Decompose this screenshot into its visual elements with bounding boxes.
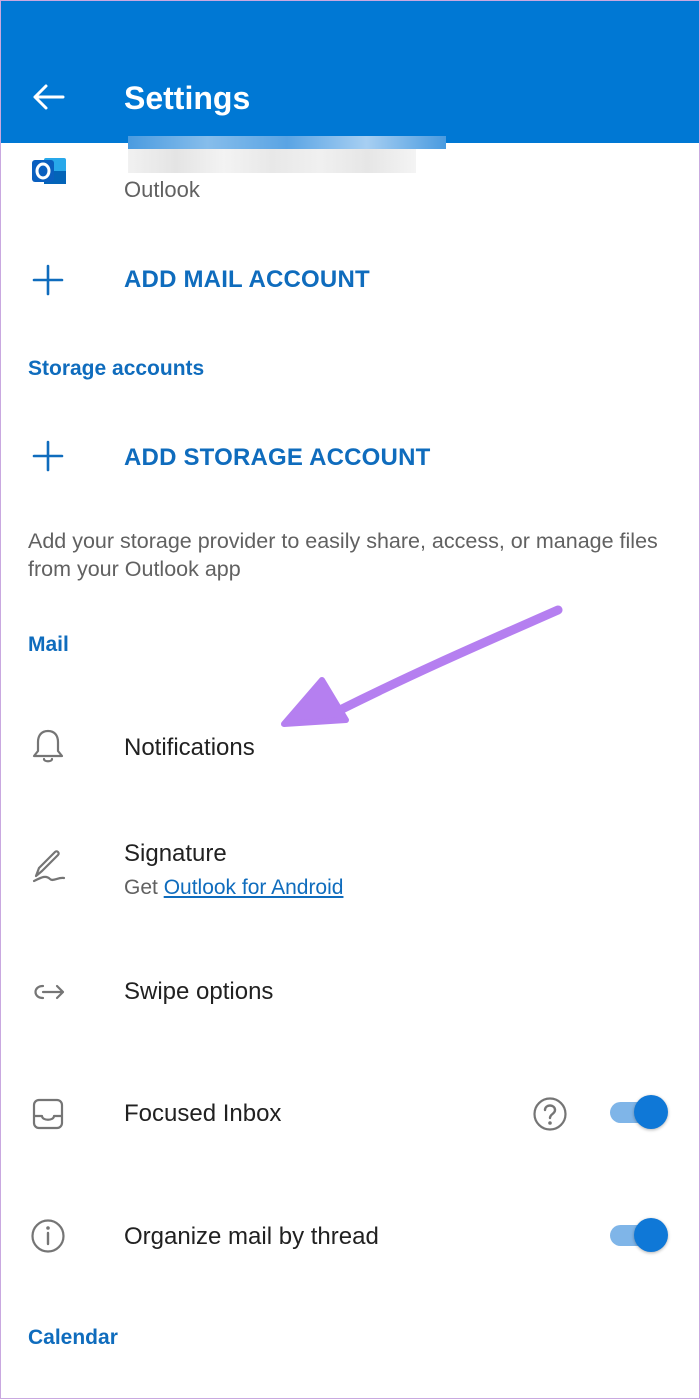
info-circle-icon bbox=[28, 1216, 68, 1256]
plus-icon bbox=[28, 260, 68, 300]
toggle-knob bbox=[634, 1218, 668, 1252]
toggle-knob bbox=[634, 1095, 668, 1129]
bell-icon bbox=[28, 726, 68, 766]
back-button[interactable] bbox=[22, 74, 74, 120]
section-header-calendar: Calendar bbox=[28, 1326, 118, 1349]
focused-inbox-toggle[interactable] bbox=[606, 1095, 668, 1129]
swipe-arrow-icon bbox=[28, 972, 68, 1012]
outlook-logo-icon[interactable] bbox=[30, 154, 68, 190]
focused-inbox-label: Focused Inbox bbox=[124, 1100, 282, 1127]
section-header-storage: Storage accounts bbox=[28, 357, 205, 380]
notifications-label: Notifications bbox=[124, 734, 255, 761]
plus-icon bbox=[28, 436, 68, 476]
annotation-arrow-icon bbox=[281, 605, 563, 727]
add-mail-account-label: ADD MAIL ACCOUNT bbox=[124, 266, 370, 293]
arrow-left-icon bbox=[33, 84, 65, 110]
storage-helper-text: Add your storage provider to easily shar… bbox=[28, 529, 658, 581]
app-bar: Settings bbox=[0, 0, 700, 143]
organize-by-thread-toggle[interactable] bbox=[606, 1218, 668, 1252]
focused-inbox-item[interactable]: Focused Inbox bbox=[0, 1088, 700, 1140]
signature-sub-prefix: Get bbox=[124, 876, 164, 899]
redacted-account-name bbox=[128, 136, 446, 174]
signature-subtitle: Get Outlook for Android bbox=[124, 876, 343, 900]
page-title: Settings bbox=[124, 80, 251, 116]
outlook-for-android-link[interactable]: Outlook for Android bbox=[164, 876, 344, 899]
organize-by-thread-item[interactable]: Organize mail by thread bbox=[0, 1210, 700, 1262]
inbox-tray-icon bbox=[28, 1094, 68, 1134]
add-storage-account-label: ADD STORAGE ACCOUNT bbox=[124, 444, 431, 471]
add-mail-account-button[interactable]: ADD MAIL ACCOUNT bbox=[0, 258, 700, 302]
swipe-options-label: Swipe options bbox=[124, 978, 274, 1005]
account-type-label: Outlook bbox=[124, 177, 200, 202]
pen-signature-icon bbox=[28, 846, 68, 886]
add-storage-account-button[interactable]: ADD STORAGE ACCOUNT bbox=[0, 434, 700, 478]
organize-by-thread-label: Organize mail by thread bbox=[124, 1223, 379, 1250]
signature-item[interactable]: Signature Get Outlook for Android bbox=[0, 836, 700, 906]
question-circle-icon[interactable] bbox=[532, 1096, 568, 1132]
swipe-options-item[interactable]: Swipe options bbox=[0, 966, 700, 1020]
section-header-mail: Mail bbox=[28, 633, 69, 656]
signature-label: Signature bbox=[124, 840, 227, 867]
